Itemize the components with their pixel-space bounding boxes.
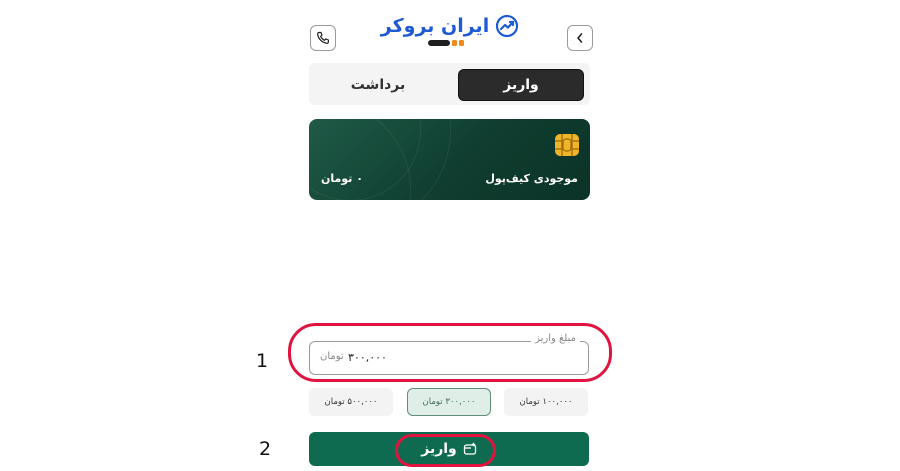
- card-chip-icon: [555, 134, 579, 156]
- tab-deposit[interactable]: واریز: [458, 69, 584, 101]
- step-marker-1: 1: [256, 350, 269, 372]
- brand-mark: [428, 40, 464, 46]
- preset-amount-300000[interactable]: ۳۰۰,۰۰۰ تومان: [407, 388, 491, 416]
- step-marker-2: 2: [259, 438, 272, 460]
- preset-amount-100000[interactable]: ۱۰۰,۰۰۰ تومان: [504, 388, 588, 416]
- wallet-balance-value: ۰ تومان: [321, 172, 363, 185]
- highlight-ring-amount: [288, 323, 612, 382]
- chevron-left-icon: [577, 33, 583, 43]
- preset-amount-500000[interactable]: ۵۰۰,۰۰۰ تومان: [309, 388, 393, 416]
- back-button[interactable]: [567, 25, 593, 51]
- logo-chart-icon: [496, 14, 519, 38]
- wallet-balance-label: موجودی کیف‌پول: [485, 172, 578, 185]
- wallet-balance-card: موجودی کیف‌پول ۰ تومان: [309, 119, 590, 200]
- support-call-button[interactable]: [310, 25, 336, 51]
- logo-text: ایران بروکر: [380, 15, 490, 37]
- highlight-ring-submit: [395, 434, 496, 467]
- transaction-tabs: واریز برداشت: [309, 63, 590, 105]
- tab-withdraw[interactable]: برداشت: [315, 69, 441, 101]
- phone-icon: [316, 31, 329, 44]
